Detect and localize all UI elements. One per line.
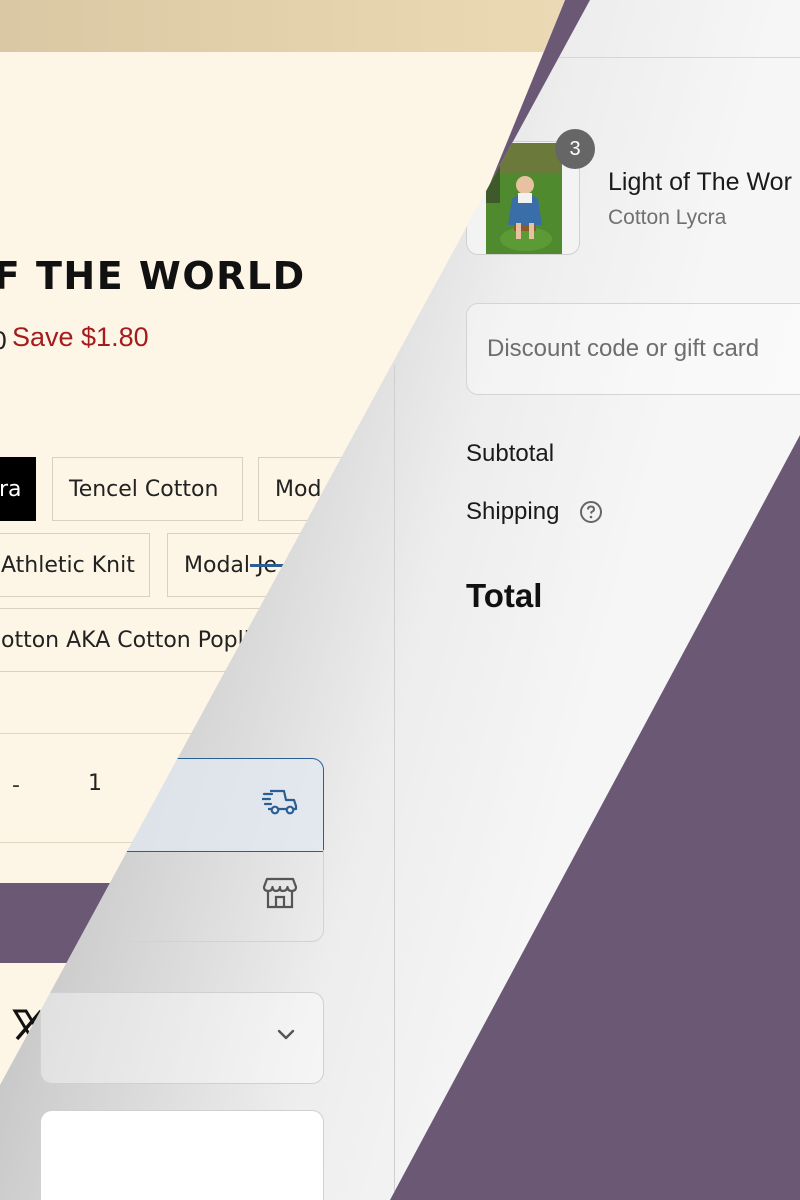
total-label: Total	[466, 577, 543, 614]
fabric-option-athletic-knit[interactable]: Athletic Knit	[0, 533, 150, 597]
column-divider	[394, 365, 395, 1200]
chevron-down-icon	[277, 1029, 295, 1040]
fabric-option-tencel-cotton[interactable]: Tencel Cotton	[52, 457, 243, 521]
item-variant: Cotton Lycra	[608, 206, 727, 229]
help-circle-icon[interactable]	[579, 500, 603, 524]
quantity-value[interactable]: 1	[88, 771, 102, 796]
shipping-label: Shipping	[466, 498, 560, 525]
fabric-option-cotton-lycra[interactable]: ra	[0, 457, 36, 521]
quantity-decrease-button[interactable]: -	[12, 773, 20, 798]
truck-icon	[262, 789, 298, 815]
product-price: 0	[0, 327, 7, 355]
store-icon	[263, 877, 297, 909]
save-amount: Save $1.80	[12, 322, 149, 352]
discount-code-input[interactable]	[466, 303, 800, 395]
address-input[interactable]	[40, 1110, 324, 1200]
item-name: Light of The Wor	[608, 168, 792, 196]
quantity-badge: 3	[555, 129, 595, 169]
subtotal-label: Subtotal	[466, 440, 555, 467]
product-title: OF THE WORLD	[0, 254, 306, 298]
